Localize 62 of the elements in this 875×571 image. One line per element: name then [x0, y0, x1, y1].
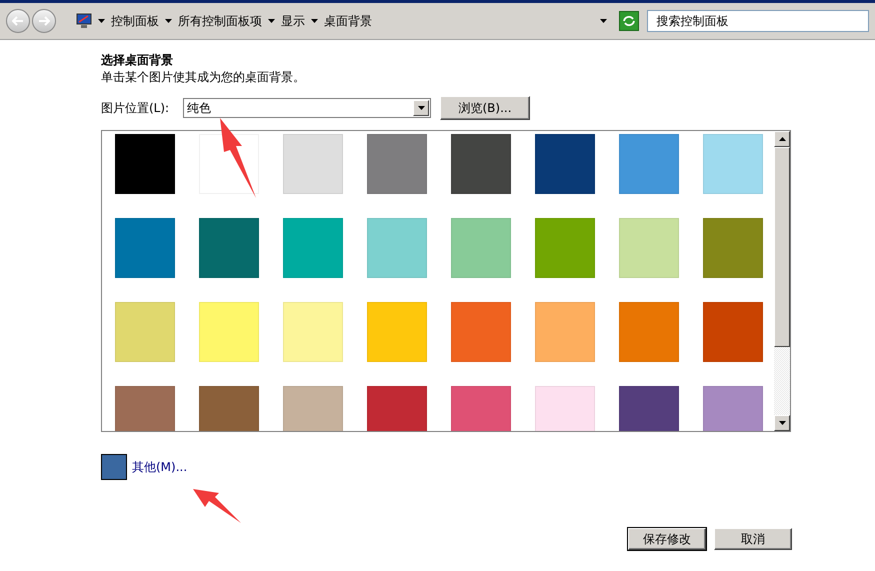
custom-color-swatch[interactable]	[101, 454, 127, 480]
color-swatch[interactable]	[703, 134, 763, 194]
color-swatch[interactable]	[115, 134, 175, 194]
location-label: 图片位置(L):	[101, 100, 170, 116]
caret-icon	[98, 19, 105, 23]
caret-icon	[418, 106, 424, 110]
color-swatch[interactable]	[535, 218, 595, 278]
color-swatch[interactable]	[367, 302, 427, 362]
caret-icon	[165, 19, 172, 23]
more-colors-link[interactable]: 其他(M)...	[132, 458, 188, 476]
back-arrow-icon	[12, 16, 24, 26]
color-swatch[interactable]	[619, 134, 679, 194]
color-swatch[interactable]	[283, 134, 343, 194]
color-swatch[interactable]	[535, 386, 595, 431]
breadcrumb[interactable]: 所有控制面板项	[178, 12, 262, 30]
color-swatch[interactable]	[283, 218, 343, 278]
caret-icon	[600, 19, 608, 23]
scrollbar[interactable]	[774, 131, 790, 431]
caret-icon	[311, 19, 318, 23]
color-swatch[interactable]	[367, 218, 427, 278]
color-swatch[interactable]	[283, 302, 343, 362]
instructions-text: 单击某个图片使其成为您的桌面背景。	[101, 69, 306, 86]
color-swatch[interactable]	[703, 218, 763, 278]
color-swatch[interactable]	[367, 134, 427, 194]
color-swatch[interactable]	[451, 134, 511, 194]
color-swatch[interactable]	[535, 302, 595, 362]
refresh-button[interactable]	[619, 11, 640, 31]
caret-icon	[778, 137, 786, 141]
save-button[interactable]: 保存修改	[628, 528, 706, 550]
location-dropdown[interactable]: 纯色	[183, 98, 431, 118]
color-swatch[interactable]	[115, 302, 175, 362]
color-swatch[interactable]	[619, 386, 679, 431]
refresh-icon	[622, 15, 636, 27]
color-swatch[interactable]	[283, 386, 343, 431]
color-swatch[interactable]	[451, 386, 511, 431]
forward-arrow-icon	[38, 16, 50, 26]
annotation-arrow	[191, 487, 243, 525]
color-swatch[interactable]	[451, 218, 511, 278]
browse-button[interactable]: 浏览(B)...	[440, 96, 530, 120]
color-swatch[interactable]	[619, 302, 679, 362]
color-swatch[interactable]	[115, 386, 175, 431]
back-button[interactable]	[6, 9, 30, 33]
color-swatch[interactable]	[451, 302, 511, 362]
caret-icon	[268, 19, 275, 23]
color-swatch[interactable]	[367, 386, 427, 431]
breadcrumb[interactable]: 控制面板	[111, 12, 159, 30]
color-swatch[interactable]	[199, 218, 259, 278]
color-swatch[interactable]	[619, 218, 679, 278]
color-swatch[interactable]	[535, 134, 595, 194]
search-field[interactable]: 搜索控制面板	[647, 10, 869, 32]
breadcrumb[interactable]: 显示	[281, 12, 305, 30]
color-swatch[interactable]	[703, 386, 763, 431]
breadcrumb[interactable]: 桌面背景	[324, 12, 372, 30]
monitor-icon	[76, 13, 92, 29]
page-heading: 选择桌面背景	[101, 52, 174, 69]
color-swatch[interactable]	[199, 302, 259, 362]
color-swatch[interactable]	[199, 386, 259, 431]
forward-button[interactable]	[32, 9, 56, 33]
color-swatch[interactable]	[703, 302, 763, 362]
cancel-button[interactable]: 取消	[714, 528, 792, 550]
color-swatch[interactable]	[115, 218, 175, 278]
caret-icon	[778, 421, 786, 425]
